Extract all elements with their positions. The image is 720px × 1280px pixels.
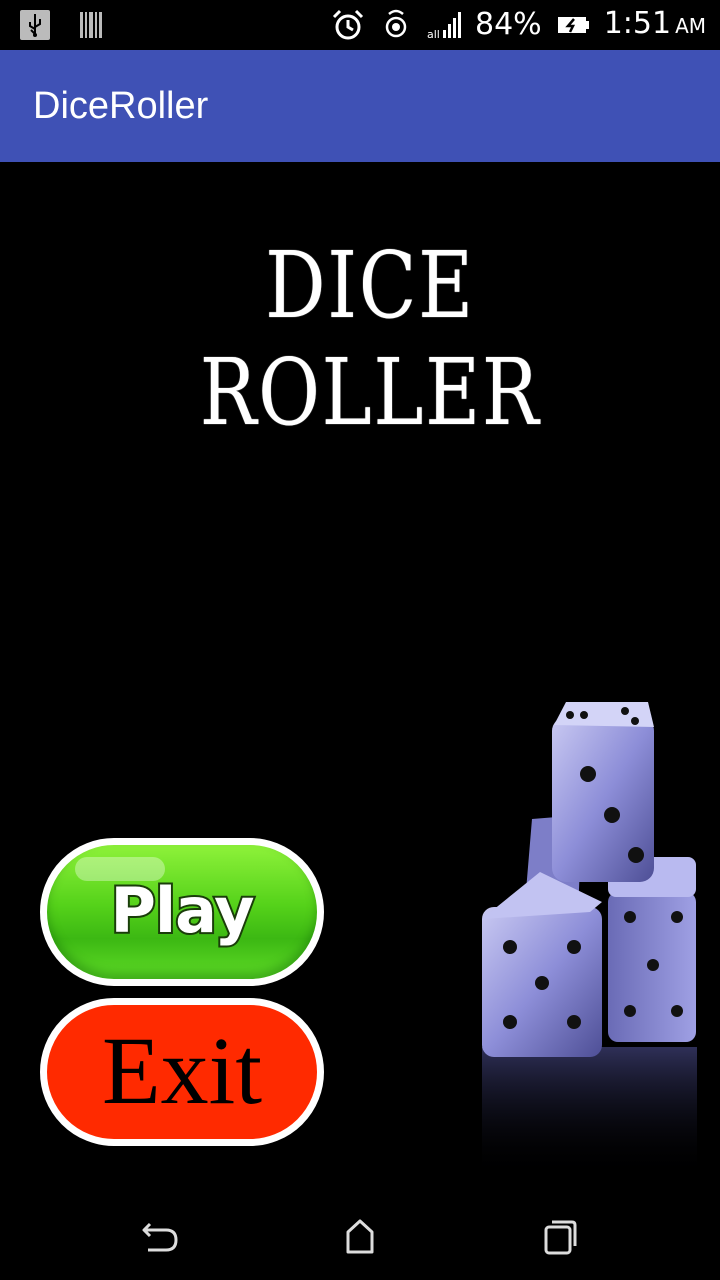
exit-button-label: Exit [102, 1016, 262, 1124]
clock-time: 1:51 [603, 6, 672, 41]
dice-stack-icon [482, 702, 697, 1177]
exit-button[interactable]: Exit [40, 998, 324, 1146]
main-content: DICE ROLLER Play Exit [0, 162, 720, 1192]
play-button[interactable]: Play [40, 838, 324, 986]
dice-roller-logo: DICE ROLLER [199, 232, 541, 446]
app-bar: DiceRoller [0, 50, 720, 162]
battery-icon [557, 17, 589, 33]
back-icon[interactable] [138, 1214, 182, 1258]
svg-text:all: all [427, 28, 440, 41]
clock-ampm: AM [675, 14, 706, 38]
navigation-bar [0, 1192, 720, 1280]
barcode-icon [80, 12, 102, 38]
clock: 1:51 AM [604, 0, 706, 51]
play-button-label: Play [108, 872, 256, 949]
alarm-icon [332, 9, 364, 40]
hotspot-icon [385, 9, 407, 38]
recents-icon[interactable] [538, 1214, 582, 1258]
status-bar: all 84% 1:51 AM [0, 0, 720, 50]
usb-icon [20, 10, 50, 40]
signal-icon: all [427, 12, 461, 41]
app-title: DiceRoller [33, 85, 209, 127]
home-icon[interactable] [338, 1214, 382, 1258]
battery-percentage: 84% [475, 7, 542, 42]
